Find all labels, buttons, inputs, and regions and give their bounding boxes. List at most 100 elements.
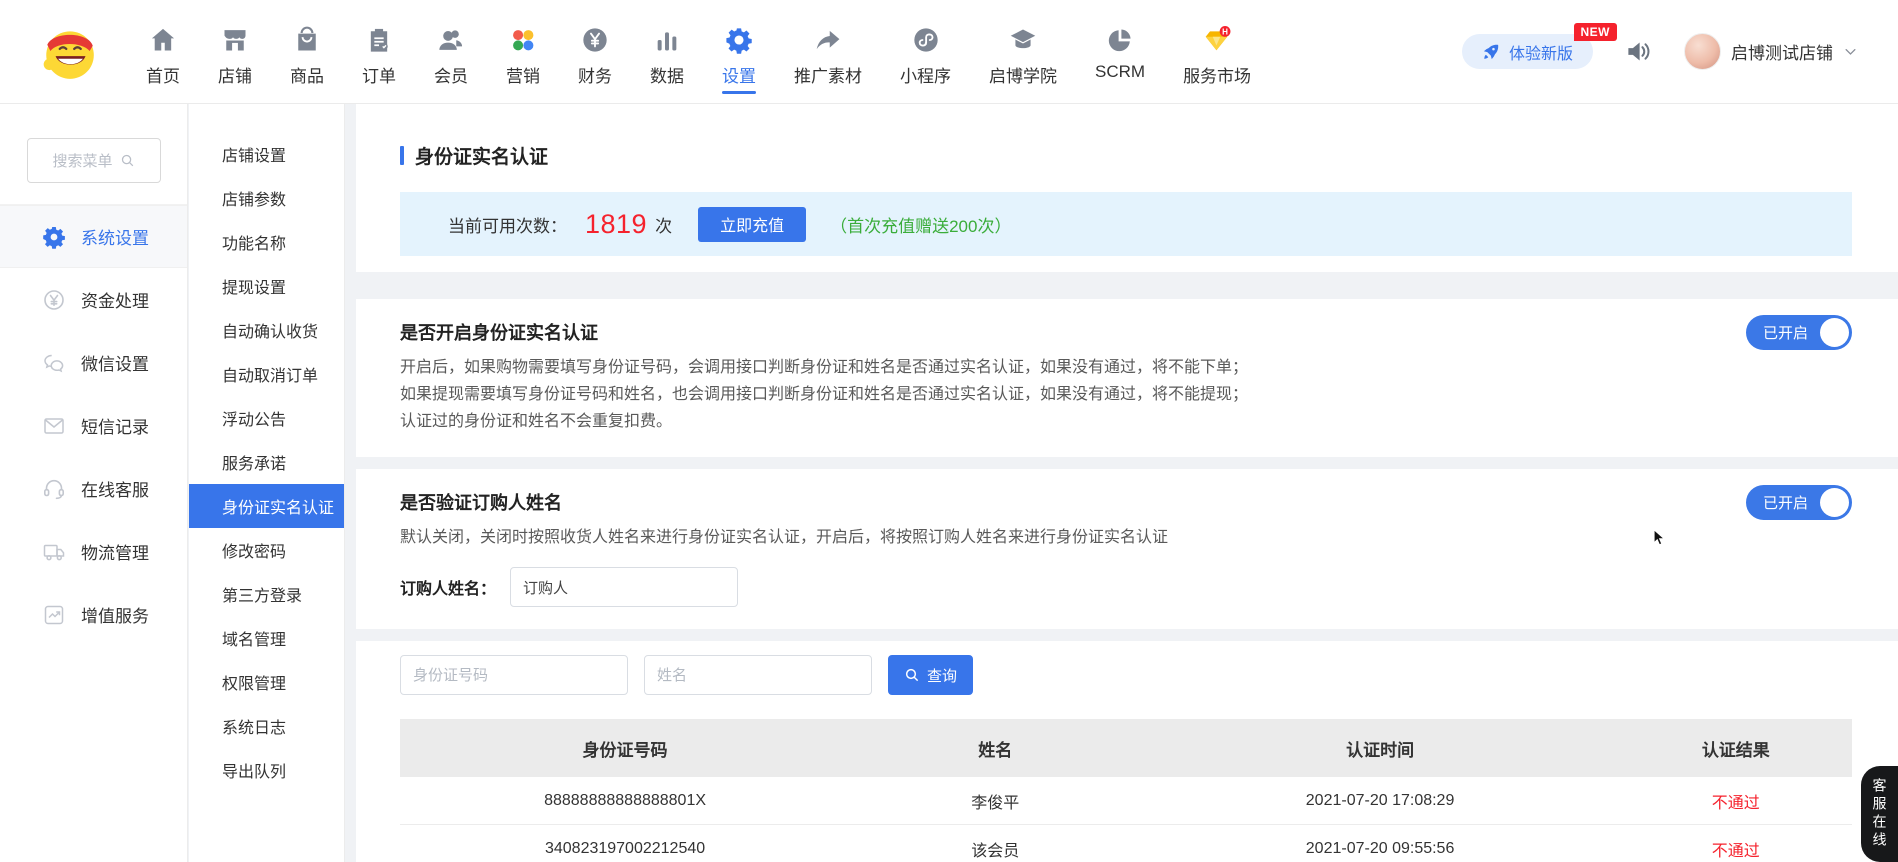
nav-item-label: 推广素材 xyxy=(794,62,862,87)
buyer-name-field-row: 订购人姓名： xyxy=(400,567,1852,607)
nav-item-promo[interactable]: 推广素材 xyxy=(794,0,862,103)
submenu-item-i2[interactable]: 功能名称 xyxy=(189,220,344,264)
sidebar-item-truck[interactable]: 物流管理 xyxy=(0,520,187,583)
sidebar-item-label: 增值服务 xyxy=(81,602,149,627)
sidebar-item-label: 在线客服 xyxy=(81,476,149,501)
page-title: 身份证实名认证 xyxy=(415,142,548,169)
submenu-item-i5[interactable]: 自动取消订单 xyxy=(189,352,344,396)
id-number-search-input[interactable] xyxy=(400,655,628,695)
record-search-row: 查询 xyxy=(400,655,1852,695)
name-search-input[interactable] xyxy=(644,655,872,695)
submenu-item-i13[interactable]: 系统日志 xyxy=(189,704,344,748)
mail-icon xyxy=(42,414,66,438)
sidebar-item-gear[interactable]: 系统设置 xyxy=(0,205,187,268)
nav-item-label: 服务市场 xyxy=(1183,62,1251,87)
sidebar-item-label: 资金处理 xyxy=(81,287,149,312)
sidebar-item-wechat[interactable]: 微信设置 xyxy=(0,331,187,394)
market-icon: H xyxy=(1203,26,1231,54)
sidebar: 搜索菜单 系统设置 资金处理 微信设置 短信记录 在线客服 xyxy=(0,104,188,862)
toggle-label: 已开启 xyxy=(1763,492,1808,513)
primary-nav: 首页 店铺 商品 订单 会员 营销 财务 数据 xyxy=(146,0,1251,103)
nav-item-settings[interactable]: 设置 xyxy=(722,0,756,103)
table-header: 身份证号码 姓名 认证时间 认证结果 xyxy=(400,719,1852,777)
sidebar-item-label: 微信设置 xyxy=(81,350,149,375)
menu-search-input[interactable]: 搜索菜单 xyxy=(27,138,161,183)
avatar xyxy=(1684,33,1721,70)
cell-id-number: 340823197002212540 xyxy=(400,840,850,858)
nav-item-label: SCRM xyxy=(1095,62,1145,82)
cell-id-number: 88888888888888801X xyxy=(400,792,850,810)
nav-item-label: 数据 xyxy=(650,62,684,87)
submenu-item-i0[interactable]: 店铺设置 xyxy=(189,132,344,176)
cell-name: 该会员 xyxy=(850,837,1140,861)
toggle-knob xyxy=(1820,318,1849,347)
nav-item-scrm[interactable]: SCRM xyxy=(1095,0,1145,103)
submenu-item-i12[interactable]: 权限管理 xyxy=(189,660,344,704)
quota-label: 当前可用次数： xyxy=(448,212,567,237)
nav-item-data[interactable]: 数据 xyxy=(650,0,684,103)
auth-records-card: 查询 身份证号码 姓名 认证时间 认证结果 88888888888888801X… xyxy=(356,641,1898,862)
submenu-item-i3[interactable]: 提现设置 xyxy=(189,264,344,308)
submenu-item-i9[interactable]: 修改密码 xyxy=(189,528,344,572)
menu-search-placeholder: 搜索菜单 xyxy=(52,150,112,171)
sidebar-item-headset[interactable]: 在线客服 xyxy=(0,457,187,520)
nav-item-label: 商品 xyxy=(290,62,324,87)
sidebar-menu: 系统设置 资金处理 微信设置 短信记录 在线客服 物流管理 增值服务 xyxy=(0,205,187,646)
brand-logo-icon[interactable] xyxy=(38,21,100,83)
submenu-item-i7[interactable]: 服务承诺 xyxy=(189,440,344,484)
shop-icon xyxy=(221,26,249,54)
submenu-item-label: 身份证实名认证 xyxy=(222,494,334,518)
header-auth-time: 认证时间 xyxy=(1141,736,1620,761)
submenu-item-i1[interactable]: 店铺参数 xyxy=(189,176,344,220)
nav-item-member[interactable]: 会员 xyxy=(434,0,468,103)
submenu-item-i6[interactable]: 浮动公告 xyxy=(189,396,344,440)
submenu-item-i11[interactable]: 域名管理 xyxy=(189,616,344,660)
announcement-speaker-icon[interactable] xyxy=(1625,38,1652,65)
query-button[interactable]: 查询 xyxy=(888,655,973,695)
cell-auth-result: 不通过 xyxy=(1620,789,1852,813)
verify-buyer-toggle[interactable]: 已开启 xyxy=(1746,485,1852,520)
desc-line-3: 认证过的身份证和姓名不会重复扣费。 xyxy=(400,408,1852,435)
buyer-name-input[interactable] xyxy=(510,567,738,607)
nav-item-academy[interactable]: 启博学院 xyxy=(989,0,1057,103)
academy-icon xyxy=(1009,26,1037,54)
nav-item-label: 营销 xyxy=(506,62,540,87)
settings-icon xyxy=(725,26,753,54)
sidebar-item-label: 物流管理 xyxy=(81,539,149,564)
nav-item-order[interactable]: 订单 xyxy=(362,0,396,103)
wechat-icon xyxy=(42,351,66,375)
quota-count: 1819 xyxy=(585,209,647,240)
submenu-item-label: 系统日志 xyxy=(222,714,286,738)
submenu-item-label: 导出队列 xyxy=(222,758,286,782)
marketing-icon xyxy=(509,26,537,54)
settings-submenu: 店铺设置 店铺参数 功能名称 提现设置 自动确认收货 自动取消订单 浮动公告 服… xyxy=(189,104,345,862)
nav-item-goods[interactable]: 商品 xyxy=(290,0,324,103)
submenu-item-label: 浮动公告 xyxy=(222,406,286,430)
submenu-item-i10[interactable]: 第三方登录 xyxy=(189,572,344,616)
sidebar-item-mail[interactable]: 短信记录 xyxy=(0,394,187,457)
submenu-item-i8[interactable]: 身份证实名认证 xyxy=(189,484,344,528)
nav-item-market[interactable]: H 服务市场 xyxy=(1183,0,1251,103)
submenu-item-label: 功能名称 xyxy=(222,230,286,254)
query-button-label: 查询 xyxy=(927,665,957,686)
page-title-row: 身份证实名认证 xyxy=(400,142,1852,169)
nav-item-miniprogram[interactable]: 小程序 xyxy=(900,0,951,103)
submenu-item-i14[interactable]: 导出队列 xyxy=(189,748,344,792)
nav-item-finance[interactable]: 财务 xyxy=(578,0,612,103)
table-row-1: 340823197002212540 该会员 2021-07-20 09:55:… xyxy=(400,825,1852,862)
account-menu[interactable]: 启博测试店铺 xyxy=(1684,33,1858,70)
realname-auth-toggle[interactable]: 已开启 xyxy=(1746,315,1852,350)
submenu-item-label: 域名管理 xyxy=(222,626,286,650)
nav-item-home[interactable]: 首页 xyxy=(146,0,180,103)
sidebar-item-yen[interactable]: 资金处理 xyxy=(0,268,187,331)
nav-item-marketing[interactable]: 营销 xyxy=(506,0,540,103)
nav-item-shop[interactable]: 店铺 xyxy=(218,0,252,103)
try-new-version-button[interactable]: 体验新版 NEW xyxy=(1462,34,1593,69)
toggle-label: 已开启 xyxy=(1763,322,1808,343)
customer-service-widget[interactable]: 客服在线 xyxy=(1861,766,1898,862)
sidebar-item-chart[interactable]: 增值服务 xyxy=(0,583,187,646)
submenu-item-label: 店铺参数 xyxy=(222,186,286,210)
submenu-item-i4[interactable]: 自动确认收货 xyxy=(189,308,344,352)
recharge-button[interactable]: 立即充值 xyxy=(698,207,806,242)
yen-icon xyxy=(42,288,66,312)
